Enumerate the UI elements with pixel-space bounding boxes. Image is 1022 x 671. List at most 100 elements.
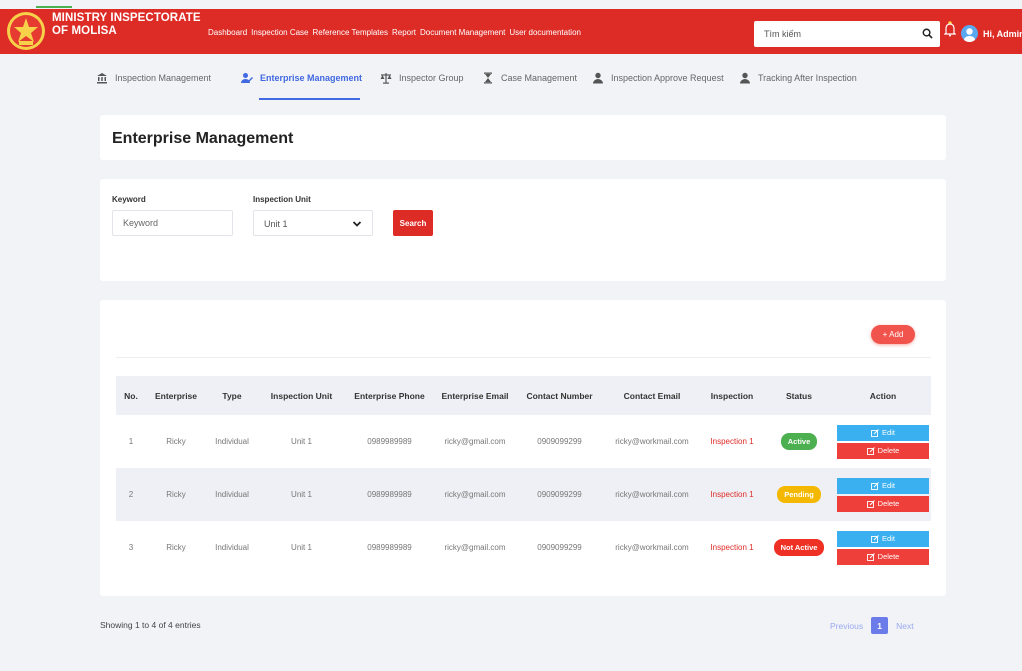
global-search-input[interactable] bbox=[754, 21, 904, 47]
inspection-link[interactable]: Inspection 1 bbox=[701, 415, 763, 468]
status-badge: Not Active bbox=[773, 539, 825, 556]
cell-unit: Unit 1 bbox=[291, 543, 312, 552]
search-button[interactable]: Search bbox=[393, 210, 433, 236]
edit-icon bbox=[866, 499, 875, 508]
delete-button[interactable]: Delete bbox=[837, 495, 929, 512]
tab-label: Case Management bbox=[501, 73, 578, 83]
delete-label: Delete bbox=[877, 552, 900, 561]
edit-icon bbox=[866, 446, 875, 455]
top-header: MINISTRY INSPECTORATE OF MOLISA Dashboar… bbox=[0, 9, 1022, 54]
tab-case-management[interactable]: Case Management bbox=[482, 72, 577, 84]
brand-name[interactable]: MINISTRY INSPECTORATE OF MOLISA bbox=[52, 12, 201, 38]
cell-email: ricky@gmail.com bbox=[444, 543, 506, 552]
search-icon[interactable] bbox=[922, 28, 933, 39]
delete-button[interactable]: Delete bbox=[837, 442, 929, 459]
user-icon bbox=[740, 72, 750, 84]
cell-contact-number: 0909099299 bbox=[537, 437, 582, 446]
inspection-link[interactable]: Inspection 1 bbox=[701, 468, 763, 521]
enterprise-table-card: + Add No. Enterprise Type Inspection Uni… bbox=[100, 300, 946, 596]
page-number-button[interactable]: 1 bbox=[871, 617, 889, 634]
edit-label: Edit bbox=[882, 534, 895, 543]
chevron-down-icon bbox=[352, 221, 362, 227]
cell-contact-email: ricky@workmail.com bbox=[615, 543, 689, 552]
tab-label: Inspection Management bbox=[115, 73, 212, 83]
tab-indicator bbox=[36, 6, 72, 8]
cell-type: Individual bbox=[206, 468, 258, 521]
nav-report[interactable]: Report bbox=[392, 28, 416, 37]
edit-icon bbox=[871, 481, 879, 490]
column-header: Enterprise Email bbox=[434, 376, 516, 415]
cell-unit: Unit 1 bbox=[258, 468, 345, 521]
cell-action: Edit Delete bbox=[835, 521, 931, 574]
inspection-unit-value: Unit 1 bbox=[264, 219, 288, 229]
keyword-input[interactable] bbox=[112, 210, 233, 236]
tab-tracking-after-inspection[interactable]: Tracking After Inspection bbox=[739, 72, 857, 84]
tab-label: Enterprise Management bbox=[260, 73, 363, 83]
page-title-card: Enterprise Management bbox=[100, 115, 946, 160]
column-header: Contact Email bbox=[603, 376, 701, 415]
table-row: 2 Ricky Individual Unit 1 0989989989 ric… bbox=[116, 468, 931, 521]
column-header: Type bbox=[206, 376, 258, 415]
bank-icon bbox=[97, 73, 107, 84]
cell-email: ricky@gmail.com bbox=[434, 468, 516, 521]
hourglass-icon bbox=[484, 72, 492, 84]
column-header: Action bbox=[835, 376, 931, 415]
tab-inspector-group[interactable]: Inspector Group bbox=[380, 72, 464, 84]
nav-dashboard[interactable]: Dashboard bbox=[208, 28, 247, 37]
cell-status: Not Active bbox=[763, 521, 835, 574]
add-enterprise-button[interactable]: + Add bbox=[871, 325, 915, 344]
filter-panel: Keyword Inspection Unit Unit 1 Search bbox=[100, 179, 946, 281]
cell-contact-email: ricky@workmail.com bbox=[603, 468, 701, 521]
cell-contact-email: ricky@workmail.com bbox=[615, 437, 689, 446]
column-header: Enterprise Phone bbox=[345, 376, 434, 415]
cell-contact-number: 0909099299 bbox=[537, 543, 582, 552]
inspection-link[interactable]: Inspection 1 bbox=[701, 521, 763, 574]
edit-icon bbox=[871, 428, 879, 437]
enterprise-table: No. Enterprise Type Inspection Unit Ente… bbox=[116, 376, 931, 574]
next-page-button[interactable]: Next bbox=[896, 621, 913, 631]
module-nav: Inspection Management Enterprise Managem… bbox=[0, 54, 1022, 104]
nav-inspection-case[interactable]: Inspection Case bbox=[251, 28, 308, 37]
tab-inspection-management[interactable]: Inspection Management bbox=[96, 72, 211, 84]
edit-label: Edit bbox=[882, 428, 895, 437]
notification-bell-icon[interactable] bbox=[944, 21, 956, 37]
previous-page-button[interactable]: Previous bbox=[830, 621, 863, 631]
inspection-unit-label: Inspection Unit bbox=[253, 195, 311, 204]
ministry-emblem-logo bbox=[7, 12, 45, 50]
tab-enterprise-management[interactable]: Enterprise Management bbox=[241, 72, 362, 84]
edit-button[interactable]: Edit bbox=[837, 477, 929, 494]
global-search bbox=[754, 21, 940, 47]
brand-line-2: OF MOLISA bbox=[52, 25, 117, 37]
cell-action: Edit Delete bbox=[835, 415, 931, 468]
nav-user-documentation[interactable]: User documentation bbox=[509, 28, 581, 37]
cell-status: Active bbox=[763, 415, 835, 468]
user-icon bbox=[593, 72, 603, 84]
status-badge: Active bbox=[780, 433, 818, 450]
edit-button[interactable]: Edit bbox=[837, 424, 929, 441]
entries-summary: Showing 1 to 4 of 4 entries bbox=[100, 620, 201, 630]
edit-button[interactable]: Edit bbox=[837, 530, 929, 547]
user-edit-icon bbox=[241, 73, 253, 83]
tab-label: Inspection Approve Request bbox=[611, 73, 724, 83]
nav-reference-templates[interactable]: Reference Templates bbox=[313, 28, 388, 37]
cell-status: Pending bbox=[763, 468, 835, 521]
user-greeting[interactable]: Hi, Admin bbox=[983, 29, 1022, 39]
cell-no: 1 bbox=[128, 437, 134, 446]
delete-button[interactable]: Delete bbox=[837, 548, 929, 565]
cell-type: Individual bbox=[215, 543, 249, 552]
inspection-unit-select[interactable]: Unit 1 bbox=[253, 210, 373, 236]
cell-contact-number: 0909099299 bbox=[516, 468, 603, 521]
column-header: Inspection bbox=[701, 376, 763, 415]
cell-email: ricky@gmail.com bbox=[444, 437, 506, 446]
column-header: Enterprise bbox=[146, 376, 206, 415]
main-nav: Dashboard Inspection Case Reference Temp… bbox=[208, 28, 581, 37]
tab-inspection-approve-request[interactable]: Inspection Approve Request bbox=[592, 72, 724, 84]
cell-no: 2 bbox=[116, 468, 146, 521]
edit-icon bbox=[871, 534, 879, 543]
avatar[interactable] bbox=[961, 25, 978, 42]
column-header: No. bbox=[116, 376, 146, 415]
tab-label: Inspector Group bbox=[399, 73, 464, 83]
column-header: Contact Number bbox=[516, 376, 603, 415]
brand-line-1: MINISTRY INSPECTORATE bbox=[52, 12, 201, 24]
nav-document-management[interactable]: Document Management bbox=[420, 28, 505, 37]
